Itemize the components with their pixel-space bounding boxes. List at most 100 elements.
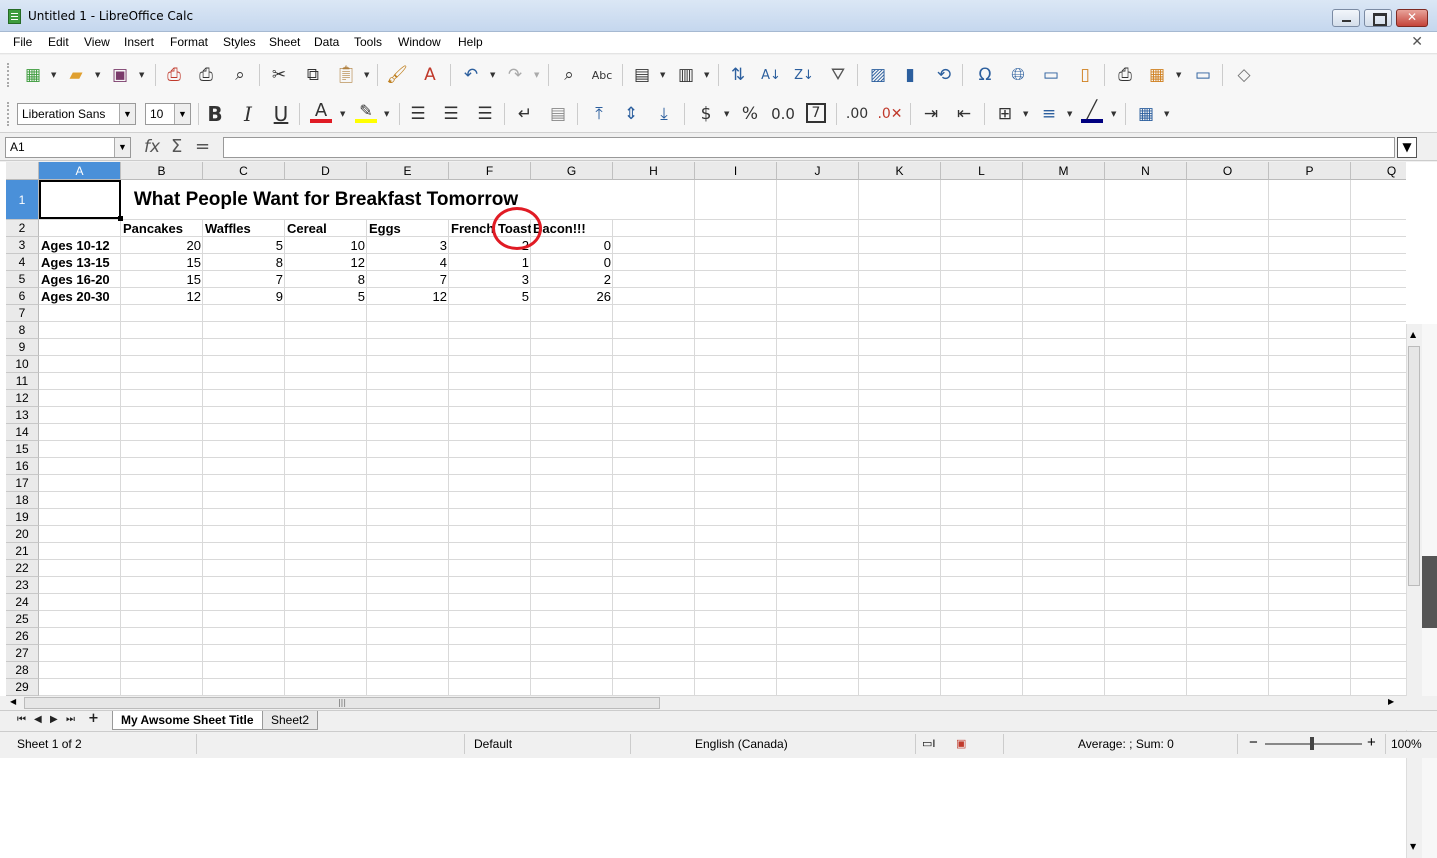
column-header[interactable]: K — [859, 162, 941, 180]
data-cell[interactable]: 3 — [449, 271, 531, 288]
comment-icon[interactable]: ▭ — [1040, 64, 1062, 86]
toolbar-grip[interactable] — [7, 63, 9, 87]
increase-indent-icon[interactable]: ⇥ — [920, 103, 942, 125]
menu-insert[interactable]: Insert — [124, 35, 154, 49]
redo-icon[interactable]: ↷ — [504, 64, 526, 86]
maximize-button[interactable] — [1364, 9, 1392, 27]
autofilter-icon[interactable]: ⛛ — [827, 64, 849, 86]
chevron-down-icon[interactable]: ▼ — [95, 71, 103, 79]
column-header[interactable]: B — [121, 162, 203, 180]
row-header[interactable]: 11 — [6, 373, 39, 390]
minimize-button[interactable] — [1332, 9, 1360, 27]
save-icon[interactable]: ▣ — [109, 64, 131, 86]
chevron-down-icon[interactable]: ▼ — [119, 104, 135, 124]
freeze-rows-icon[interactable]: ▦ — [1146, 64, 1168, 86]
expand-formula-bar-icon[interactable]: ▼ — [1397, 137, 1417, 158]
data-cell[interactable]: 20 — [121, 237, 203, 254]
menu-window[interactable]: Window — [398, 35, 441, 49]
align-top-icon[interactable]: ⤒ — [588, 103, 610, 125]
chevron-down-icon[interactable]: ▼ — [534, 71, 542, 79]
menu-help[interactable]: Help — [458, 35, 483, 49]
first-sheet-icon[interactable]: ⏮ — [17, 714, 26, 725]
copy-icon[interactable]: ⧉ — [302, 64, 324, 86]
chevron-down-icon[interactable]: ▼ — [1067, 110, 1075, 118]
column-header[interactable]: F — [449, 162, 531, 180]
column-header[interactable]: I — [695, 162, 777, 180]
column-header[interactable]: N — [1105, 162, 1187, 180]
cut-icon[interactable]: ✂ — [268, 64, 290, 86]
selection-mode-icon[interactable]: ▭I — [922, 737, 935, 750]
column-header[interactable]: C — [203, 162, 285, 180]
paste-icon[interactable]: 📋︎ — [335, 64, 357, 86]
row-icon[interactable]: ▤ — [631, 64, 653, 86]
delete-decimal-icon[interactable]: .0✕ — [877, 103, 902, 125]
header-cell[interactable]: Waffles — [203, 220, 253, 237]
function-wizard-icon[interactable]: fx — [144, 137, 160, 157]
column-header[interactable]: M — [1023, 162, 1105, 180]
menu-file[interactable]: File — [13, 35, 32, 49]
name-box[interactable]: A1 ▼ — [5, 137, 131, 158]
chevron-down-icon[interactable]: ▼ — [174, 104, 190, 124]
vertical-scrollbar[interactable]: ▲ ▼ — [1406, 324, 1422, 858]
data-cell[interactable]: 12 — [121, 288, 203, 305]
row-header[interactable]: 8 — [6, 322, 39, 339]
data-cell[interactable]: 9 — [203, 288, 285, 305]
column-header[interactable]: J — [777, 162, 859, 180]
row-header[interactable]: 27 — [6, 645, 39, 662]
data-cell[interactable]: 15 — [121, 254, 203, 271]
scroll-right-icon[interactable]: ▶ — [1388, 697, 1394, 706]
row-header[interactable]: 23 — [6, 577, 39, 594]
zoom-level[interactable]: 100% — [1391, 737, 1422, 751]
merge-center-icon[interactable]: ▤ — [547, 103, 569, 125]
data-cell[interactable]: 4 — [367, 254, 449, 271]
horizontal-scrollbar[interactable]: ◀ ||| ▶ — [0, 696, 1437, 710]
export-pdf-icon[interactable]: ⎙ — [163, 64, 185, 86]
wrap-text-icon[interactable]: ↵ — [514, 103, 536, 125]
column-header[interactable]: D — [285, 162, 367, 180]
row-header[interactable]: 21 — [6, 543, 39, 560]
data-cell[interactable]: 3 — [367, 237, 449, 254]
column-header[interactable]: O — [1187, 162, 1269, 180]
column-header[interactable]: Q — [1351, 162, 1406, 180]
last-sheet-icon[interactable]: ⏭ — [66, 714, 75, 725]
select-all-corner[interactable] — [6, 162, 39, 180]
data-cell[interactable]: 0 — [531, 254, 613, 271]
undo-icon[interactable]: ↶ — [460, 64, 482, 86]
header-cell[interactable]: Pancakes — [121, 220, 185, 237]
menu-styles[interactable]: Styles — [223, 35, 256, 49]
headers-footers-icon[interactable]: ▯ — [1074, 64, 1096, 86]
insert-image-icon[interactable]: ▨ — [867, 64, 889, 86]
data-cell[interactable]: 1 — [449, 254, 531, 271]
chevron-down-icon[interactable]: ▼ — [1023, 110, 1031, 118]
column-header[interactable]: L — [941, 162, 1023, 180]
clone-formatting-icon[interactable]: 🖌︎ — [386, 64, 408, 86]
chevron-down-icon[interactable]: ▼ — [384, 110, 392, 118]
column-header[interactable]: E — [367, 162, 449, 180]
data-cell[interactable]: 12 — [367, 288, 449, 305]
number-format-icon[interactable]: 0.0 — [771, 103, 795, 125]
find-replace-icon[interactable]: ⌕ — [558, 64, 580, 86]
highlight-color-icon[interactable]: ✎ — [355, 101, 377, 123]
align-right-icon[interactable]: ☰ — [474, 103, 496, 125]
row-header[interactable]: 17 — [6, 475, 39, 492]
decrease-indent-icon[interactable]: ⇤ — [953, 103, 975, 125]
data-cell[interactable]: 5 — [203, 237, 285, 254]
sort-descending-icon[interactable]: Z↓ — [793, 64, 815, 86]
borders-icon[interactable]: ⊞ — [994, 103, 1016, 125]
chevron-down-icon[interactable]: ▼ — [139, 71, 147, 79]
font-color-icon[interactable]: A — [310, 100, 332, 123]
close-window-button[interactable] — [1396, 9, 1428, 27]
menu-view[interactable]: View — [84, 35, 110, 49]
column-header[interactable]: A — [39, 162, 121, 180]
chevron-down-icon[interactable]: ▼ — [704, 71, 712, 79]
chevron-down-icon[interactable]: ▼ — [660, 71, 668, 79]
chevron-down-icon[interactable]: ▼ — [340, 110, 348, 118]
insert-chart-icon[interactable]: ▮ — [899, 64, 921, 86]
chevron-down-icon[interactable]: ▼ — [724, 110, 732, 118]
scroll-left-icon[interactable]: ◀ — [10, 697, 16, 706]
tab-my-awsome-sheet-title[interactable]: My Awsome Sheet Title — [112, 711, 263, 730]
spelling-icon[interactable]: Abc — [591, 64, 613, 86]
formula-icon[interactable]: = — [195, 136, 210, 157]
chevron-down-icon[interactable]: ▼ — [1164, 110, 1172, 118]
show-draw-functions-icon[interactable]: ◇ — [1233, 64, 1255, 86]
